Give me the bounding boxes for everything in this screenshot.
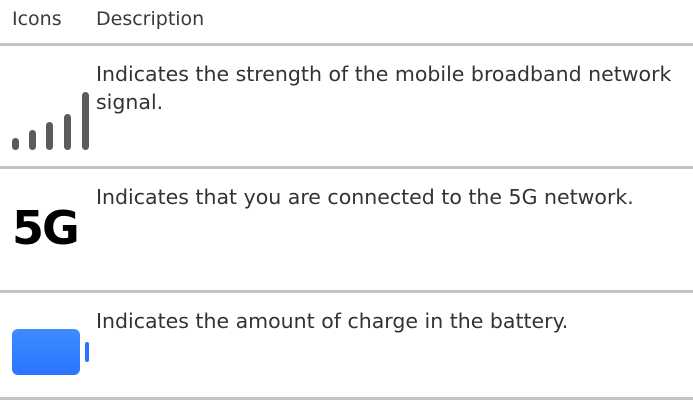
battery-icon	[12, 329, 92, 377]
battery-body	[12, 329, 80, 375]
row-description: Indicates that you are connected to the …	[96, 185, 634, 209]
column-header-description: Description	[96, 8, 205, 30]
signal-bar	[64, 114, 71, 150]
icon-description-table: Icons Description Indicates the strength…	[0, 0, 693, 400]
table-row: Indicates the strength of the mobile bro…	[0, 46, 693, 169]
signal-strength-icon	[12, 92, 90, 150]
table-row: Indicates the amount of charge in the ba…	[0, 293, 693, 400]
row-description: Indicates the strength of the mobile bro…	[96, 62, 672, 114]
signal-bar	[82, 92, 89, 150]
signal-bar	[29, 130, 36, 150]
battery-tip	[85, 342, 89, 362]
5g-icon: 5G	[12, 201, 80, 255]
signal-bar	[12, 138, 19, 150]
table-row: 5G Indicates that you are connected to t…	[0, 169, 693, 293]
column-header-icons: Icons	[12, 8, 62, 30]
row-description: Indicates the amount of charge in the ba…	[96, 309, 569, 333]
table-header: Icons Description	[0, 0, 693, 46]
signal-bar	[46, 122, 53, 150]
